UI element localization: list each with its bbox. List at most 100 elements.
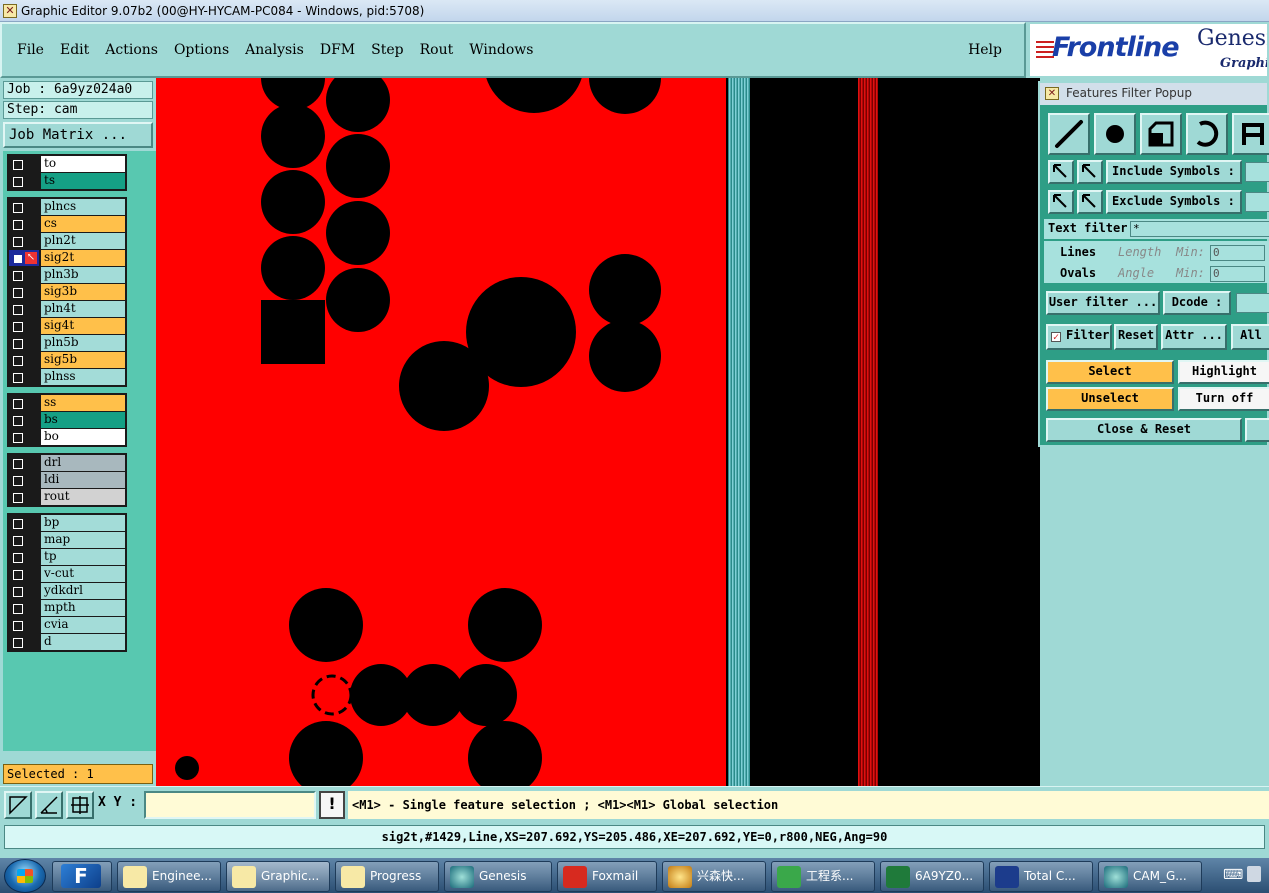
layer-name[interactable]: tp bbox=[41, 549, 125, 565]
layer-name[interactable]: plnss bbox=[41, 369, 125, 385]
select-button[interactable]: Select bbox=[1046, 360, 1174, 384]
type-arc-button[interactable] bbox=[1186, 113, 1228, 155]
layer-name[interactable]: plncs bbox=[41, 199, 125, 215]
task-engineer[interactable]: Enginee... bbox=[117, 861, 221, 892]
layer-row-pln5b[interactable]: pln5b bbox=[7, 335, 127, 351]
layer-row-sig3b[interactable]: sig3b bbox=[7, 284, 127, 300]
layer-checkbox[interactable] bbox=[9, 617, 39, 633]
angle-label[interactable]: Angle bbox=[1118, 266, 1154, 280]
layer-checkbox[interactable] bbox=[9, 156, 39, 172]
graphic-canvas[interactable] bbox=[156, 78, 1040, 786]
layer-row-ss[interactable]: ss bbox=[7, 395, 127, 411]
user-filter-button[interactable]: User filter ... bbox=[1046, 291, 1160, 315]
layer-checkbox[interactable] bbox=[9, 199, 39, 215]
length-label[interactable]: Length bbox=[1118, 245, 1161, 259]
include-symbols-input[interactable] bbox=[1245, 162, 1269, 182]
xy-input[interactable] bbox=[144, 791, 316, 819]
include-pick-button[interactable] bbox=[1048, 160, 1074, 184]
layer-name[interactable]: ydkdrl bbox=[41, 583, 125, 599]
layer-row-cs[interactable]: cs bbox=[7, 216, 127, 232]
layer-checkbox[interactable] bbox=[9, 318, 39, 334]
layer-name[interactable]: ss bbox=[41, 395, 125, 411]
dcode-input[interactable] bbox=[1236, 293, 1269, 313]
layer-checkbox[interactable] bbox=[9, 532, 39, 548]
layer-name[interactable]: sig3b bbox=[41, 284, 125, 300]
menu-help[interactable]: Help bbox=[960, 42, 1010, 58]
layer-row-mpth[interactable]: mpth bbox=[7, 600, 127, 616]
layer-checkbox[interactable] bbox=[9, 600, 39, 616]
layer-checkbox[interactable] bbox=[9, 412, 39, 428]
menu-actions[interactable]: Actions bbox=[97, 42, 166, 58]
keyboard-icon[interactable]: ⌨ bbox=[1223, 867, 1243, 883]
layer-row-sig5b[interactable]: sig5b bbox=[7, 352, 127, 368]
close-reset-button[interactable]: Close & Reset bbox=[1046, 418, 1242, 442]
layer-name[interactable]: ldi bbox=[41, 472, 125, 488]
layer-row-pln2t[interactable]: pln2t bbox=[7, 233, 127, 249]
layer-name[interactable]: pln4t bbox=[41, 301, 125, 317]
task-foxmail[interactable]: Foxmail bbox=[557, 861, 657, 892]
layer-row-plnss[interactable]: plnss bbox=[7, 369, 127, 385]
task-cam[interactable]: CAM_G... bbox=[1098, 861, 1202, 892]
layer-row-sig4t[interactable]: sig4t bbox=[7, 318, 127, 334]
layer-checkbox[interactable] bbox=[9, 489, 39, 505]
layer-row-bs[interactable]: bs bbox=[7, 412, 127, 428]
text-filter-input[interactable]: * bbox=[1130, 221, 1269, 237]
layer-checkbox[interactable] bbox=[9, 352, 39, 368]
layer-name[interactable]: pln5b bbox=[41, 335, 125, 351]
menu-dfm[interactable]: DFM bbox=[312, 42, 363, 58]
exclude-pick2-button[interactable] bbox=[1077, 190, 1103, 214]
layer-row-tp[interactable]: tp bbox=[7, 549, 127, 565]
layer-row-plncs[interactable]: plncs bbox=[7, 199, 127, 215]
layer-row-map[interactable]: map bbox=[7, 532, 127, 548]
task-pinned[interactable]: F bbox=[52, 861, 112, 892]
measure-tool-button[interactable] bbox=[35, 791, 63, 819]
task-genesis[interactable]: Genesis bbox=[444, 861, 552, 892]
layer-row-bp[interactable]: bp bbox=[7, 515, 127, 531]
layer-checkbox[interactable] bbox=[9, 301, 39, 317]
task-graphic[interactable]: Graphic... bbox=[226, 861, 330, 892]
layer-checkbox[interactable] bbox=[9, 335, 39, 351]
layer-row-ts[interactable]: ts bbox=[7, 173, 127, 189]
layer-name[interactable]: bo bbox=[41, 429, 125, 445]
layer-checkbox[interactable] bbox=[9, 549, 39, 565]
close-button-partial[interactable] bbox=[1245, 418, 1269, 442]
layer-name[interactable]: pln2t bbox=[41, 233, 125, 249]
attr-button[interactable]: Attr ... bbox=[1161, 324, 1227, 350]
layer-name[interactable]: cs bbox=[41, 216, 125, 232]
type-surface-button[interactable] bbox=[1140, 113, 1182, 155]
layer-name[interactable]: pln3b bbox=[41, 267, 125, 283]
layer-name[interactable]: mpth bbox=[41, 600, 125, 616]
reset-button[interactable]: Reset bbox=[1114, 324, 1158, 350]
layer-name[interactable]: sig5b bbox=[41, 352, 125, 368]
layer-name[interactable]: rout bbox=[41, 489, 125, 505]
layer-name[interactable]: v-cut bbox=[41, 566, 125, 582]
menu-rout[interactable]: Rout bbox=[412, 42, 462, 58]
exclude-symbols-button[interactable]: Exclude Symbols : bbox=[1106, 190, 1242, 214]
layer-checkbox[interactable] bbox=[9, 216, 39, 232]
layer-name[interactable]: bs bbox=[41, 412, 125, 428]
type-line-button[interactable] bbox=[1048, 113, 1090, 155]
start-button[interactable] bbox=[4, 859, 46, 893]
filter-toggle[interactable]: Filter ✓ bbox=[1046, 324, 1112, 350]
menu-options[interactable]: Options bbox=[166, 42, 237, 58]
layer-name[interactable]: map bbox=[41, 532, 125, 548]
menu-analysis[interactable]: Analysis bbox=[237, 42, 312, 58]
layer-name[interactable]: sig4t bbox=[41, 318, 125, 334]
task-engineering-system[interactable]: 工程系... bbox=[771, 861, 875, 892]
exclude-pick-button[interactable] bbox=[1048, 190, 1074, 214]
layer-checkbox[interactable] bbox=[9, 472, 39, 488]
task-total-commander[interactable]: Total C... bbox=[989, 861, 1093, 892]
turn-off-button[interactable]: Turn off bbox=[1178, 387, 1269, 411]
layer-name[interactable]: ts bbox=[41, 173, 125, 189]
angle-min-input[interactable]: 0 bbox=[1210, 266, 1265, 282]
zoom-tool-button[interactable] bbox=[4, 791, 32, 819]
layer-row-ydkdrl[interactable]: ydkdrl bbox=[7, 583, 127, 599]
layer-name[interactable]: cvia bbox=[41, 617, 125, 633]
grid-tool-button[interactable] bbox=[66, 791, 94, 819]
alert-button[interactable]: ! bbox=[319, 791, 345, 819]
layer-row-rout[interactable]: rout bbox=[7, 489, 127, 505]
layer-row-bo[interactable]: bo bbox=[7, 429, 127, 445]
layer-row-pln3b[interactable]: pln3b bbox=[7, 267, 127, 283]
length-min-input[interactable]: 0 bbox=[1210, 245, 1265, 261]
layer-checkbox[interactable] bbox=[9, 233, 39, 249]
